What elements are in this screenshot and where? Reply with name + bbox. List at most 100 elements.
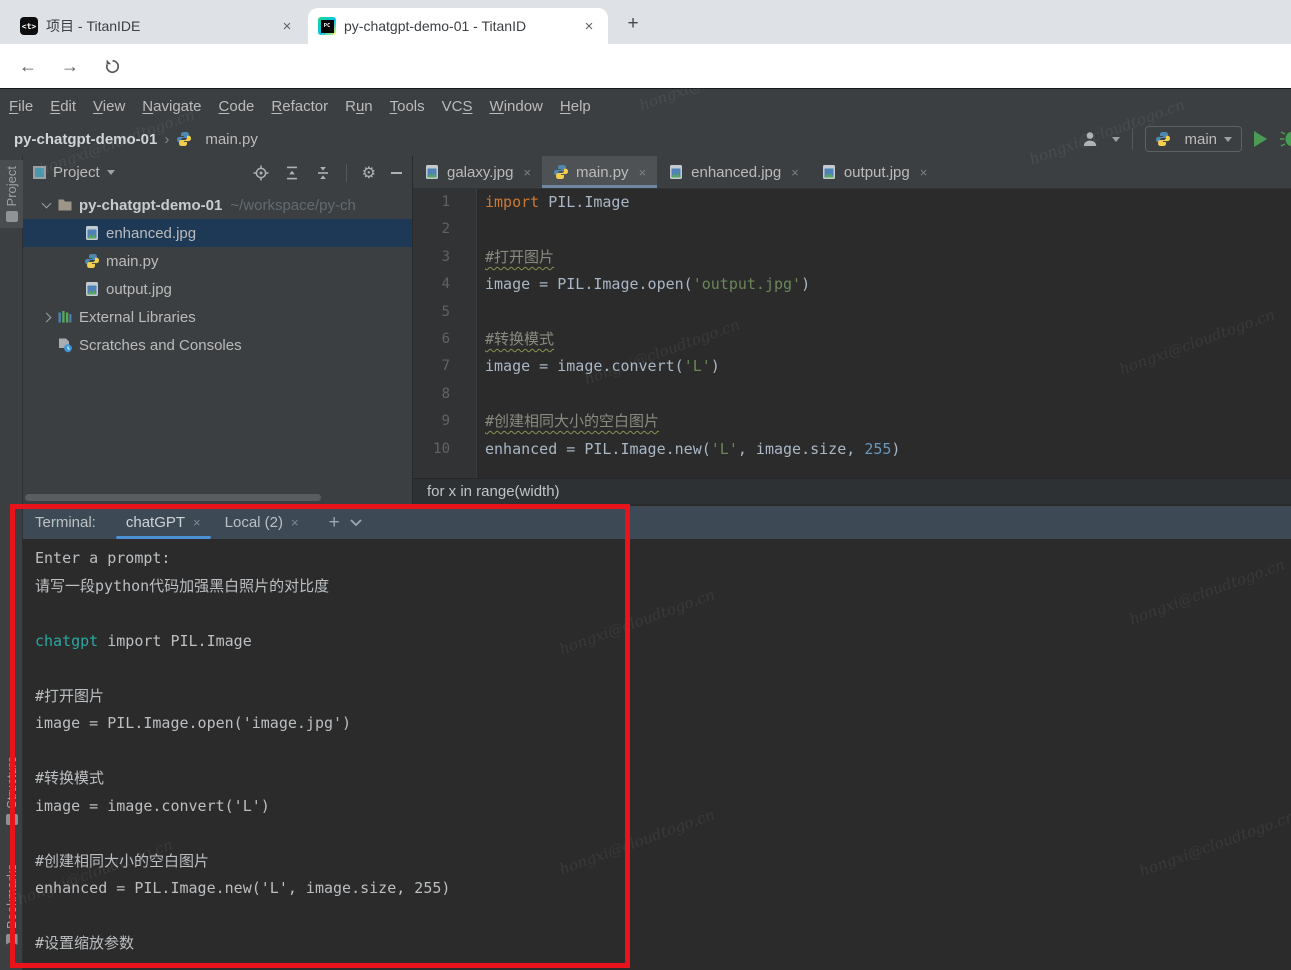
horizontal-scrollbar[interactable] (25, 494, 321, 501)
terminal-label: Terminal: (35, 514, 96, 531)
python-file-icon (176, 131, 192, 147)
chevron-down-icon[interactable] (350, 519, 362, 527)
menu-code[interactable]: Code (219, 98, 255, 115)
reload-icon[interactable] (100, 54, 124, 78)
code-text: #打开图片 (477, 244, 554, 271)
back-arrow-icon[interactable]: ← (16, 54, 40, 78)
terminal-line: #打开图片 (35, 683, 1287, 711)
forward-arrow-icon[interactable]: → (58, 54, 82, 78)
browser-tab-active[interactable]: PC py-chatgpt-demo-01 - TitanID × (308, 8, 608, 44)
tree-item-enhanced-jpg[interactable]: enhanced.jpg (23, 219, 412, 247)
settings-gear-icon[interactable]: ⚙ (362, 163, 376, 183)
tab-close-icon[interactable]: × (639, 165, 647, 180)
terminal-tab-label: chatGPT (126, 514, 185, 531)
tab-close-icon[interactable]: × (193, 515, 201, 530)
breadcrumb[interactable]: py-chatgpt-demo-01 › main.py (0, 131, 258, 148)
tree-item-label: py-chatgpt-demo-01 (79, 197, 222, 214)
terminal-output[interactable]: Enter a prompt:请写一段python代码加强黑白照片的对比度 ch… (35, 545, 1287, 970)
libraries-icon (57, 309, 73, 325)
browser-tab-projects[interactable]: <t> 项目 - TitanIDE × (10, 8, 306, 44)
line-number: 6 (413, 326, 477, 353)
image-file-icon (668, 164, 684, 180)
tree-item-scratches-and-consoles[interactable]: Scratches and Consoles (23, 331, 412, 359)
locate-icon[interactable] (253, 165, 269, 181)
menu-bar: File Edit View Navigate Code Refactor Run Tools… (0, 91, 1291, 121)
pycharm-favicon-icon: PC (318, 17, 336, 35)
editor-tab-galaxy-jpg[interactable]: galaxy.jpg × (413, 156, 542, 188)
editor-tab-label: output.jpg (844, 164, 910, 181)
tab-close-icon[interactable]: × (278, 18, 296, 35)
stripe-tab-project[interactable]: Project (0, 160, 23, 228)
tree-item-output-jpg[interactable]: output.jpg (23, 275, 412, 303)
editor-tab-output-jpg[interactable]: output.jpg × (810, 156, 938, 188)
menu-help[interactable]: Help (560, 98, 591, 115)
terminal-tab-local-2[interactable]: Local (2)× (213, 506, 311, 539)
user-icon[interactable] (1082, 131, 1100, 147)
line-number: 10 (413, 436, 477, 463)
bookmark-icon (6, 934, 18, 945)
code-line: 8 (413, 381, 1291, 408)
expand-all-icon[interactable] (284, 165, 300, 181)
titanide-favicon-icon: <t> (20, 17, 38, 35)
tree-item-label: External Libraries (79, 309, 196, 326)
new-tab-icon[interactable]: + (620, 11, 646, 37)
terminal-tab-chatgpt[interactable]: chatGPT × (114, 506, 213, 539)
menu-navigate[interactable]: Navigate (142, 98, 201, 115)
tree-item-label: main.py (106, 253, 159, 270)
add-session-icon[interactable]: + (329, 512, 340, 534)
image-icon (84, 225, 100, 241)
tab-close-icon[interactable]: × (791, 165, 799, 180)
code-line: 9#创建相同大小的空白图片 (413, 408, 1291, 435)
editor-tab-enhanced-jpg[interactable]: enhanced.jpg× (657, 156, 810, 188)
menu-window[interactable]: Window (490, 98, 543, 115)
menu-vcs[interactable]: VCS (442, 98, 473, 115)
browser-tab-strip: <t> 项目 - TitanIDE × PC py-chatgpt-demo-0… (0, 0, 1291, 44)
line-number: 5 (413, 299, 477, 326)
terminal-line: image = PIL.Image.open('image.jpg') (35, 710, 1287, 738)
menu-tools[interactable]: Tools (390, 98, 425, 115)
image-file-icon (821, 164, 837, 180)
editor-tab-label: galaxy.jpg (447, 164, 513, 181)
code-line: 3#打开图片 (413, 244, 1291, 271)
code-line: 10enhanced = PIL.Image.new('L', image.si… (413, 436, 1291, 463)
stripe-tab-bookmarks[interactable]: Bookmarks (0, 864, 23, 945)
project-panel-title[interactable]: Project (53, 164, 100, 181)
hide-icon[interactable] (391, 172, 402, 174)
code-text: #创建相同大小的空白图片 (477, 408, 659, 435)
run-play-icon[interactable] (1254, 131, 1267, 147)
editor-tab-main-py[interactable]: main.py× (542, 156, 657, 188)
debug-bug-icon[interactable] (1279, 130, 1291, 148)
chevron-down-icon[interactable] (107, 170, 115, 175)
python-icon (84, 253, 100, 269)
breadcrumb-project[interactable]: py-chatgpt-demo-01 (14, 131, 157, 148)
tab-close-icon[interactable]: × (920, 165, 928, 180)
chevron-right-icon[interactable] (36, 314, 57, 321)
collapse-all-icon[interactable] (315, 165, 331, 181)
code-line: 4image = PIL.Image.open('output.jpg') (413, 271, 1291, 298)
tree-item-main-py[interactable]: main.py (23, 247, 412, 275)
chevron-down-icon[interactable] (36, 203, 57, 207)
menu-run[interactable]: Run (345, 98, 373, 115)
code-text: import PIL.Image (477, 189, 630, 216)
terminal-line (35, 600, 1287, 628)
tab-close-icon[interactable]: × (523, 165, 531, 180)
chevron-down-icon[interactable] (1112, 137, 1120, 142)
tab-close-icon[interactable]: × (291, 515, 299, 530)
project-tool-window: Project ⚙ py-chatgpt-de (23, 156, 413, 504)
menu-file[interactable]: File (9, 98, 33, 115)
menu-refactor[interactable]: Refactor (271, 98, 328, 115)
tree-item-py-chatgpt-demo-01[interactable]: py-chatgpt-demo-01~/workspace/py-ch (23, 191, 412, 219)
navigation-bar: py-chatgpt-demo-01 › main.py main (0, 121, 1291, 157)
terminal-line (35, 903, 1287, 931)
run-configuration-select[interactable]: main (1145, 126, 1242, 152)
stripe-tab-structure[interactable]: Structure (0, 756, 23, 825)
tab-close-icon[interactable]: × (580, 18, 598, 35)
terminal-line (35, 738, 1287, 766)
menu-view[interactable]: View (93, 98, 125, 115)
menu-edit[interactable]: Edit (50, 98, 76, 115)
code-editor[interactable]: 1import PIL.Image23#打开图片4image = PIL.Ima… (413, 189, 1291, 478)
project-tree: py-chatgpt-demo-01~/workspace/py-chenhan… (23, 191, 412, 359)
tree-item-external-libraries[interactable]: External Libraries (23, 303, 412, 331)
line-number: 1 (413, 189, 477, 216)
breadcrumb-file[interactable]: main.py (205, 131, 258, 148)
